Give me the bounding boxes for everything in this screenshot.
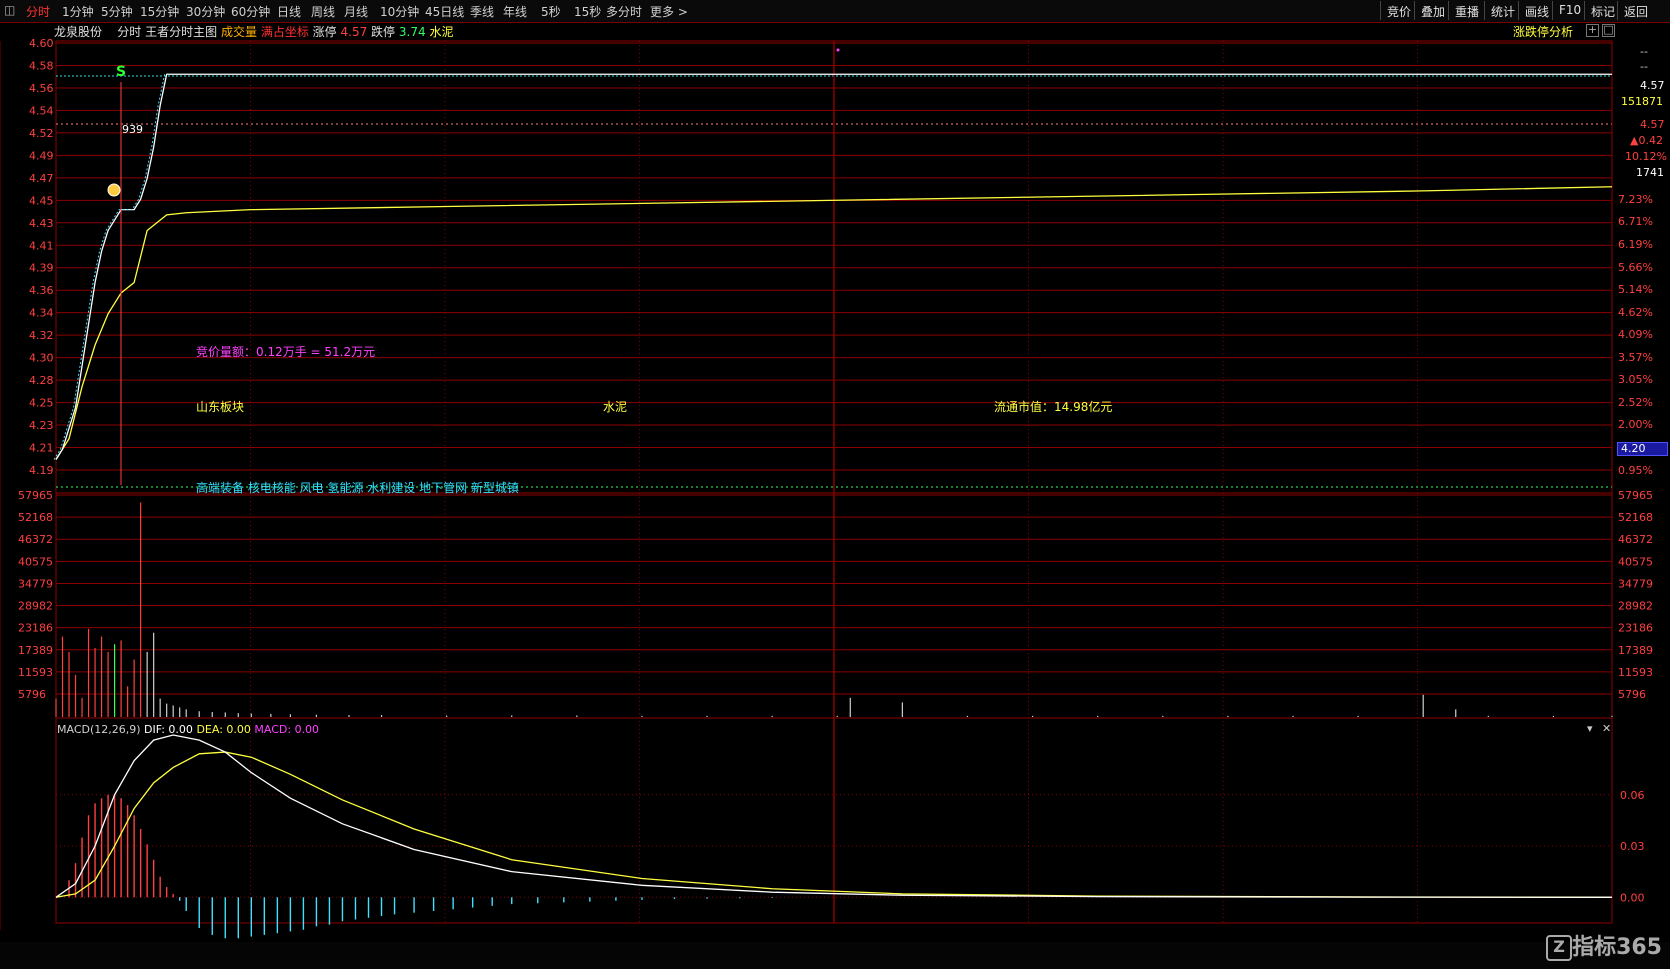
- volume-tick-label-right: 5796: [1618, 688, 1646, 701]
- macd-title: MACD(12,26,9): [57, 723, 141, 736]
- volume-tick-label: 34779: [18, 577, 53, 590]
- volume-tick-label: 46372: [18, 533, 53, 546]
- pct-tick-label: 2.52%: [1618, 396, 1653, 409]
- pct-tick-label: 4.09%: [1618, 328, 1653, 341]
- price-tick-label: 4.52: [29, 127, 54, 140]
- info-price2: 4.57: [1640, 118, 1665, 131]
- bottom-status-bar: [0, 942, 1670, 969]
- info-volume: 151871: [1621, 95, 1663, 108]
- pct-tick-label: 6.19%: [1618, 238, 1653, 251]
- macd-dif-legend: DIF: 0.00: [144, 723, 193, 736]
- price-marker-939: 939: [122, 123, 143, 136]
- buy-signal-icon: [107, 183, 121, 197]
- volume-tick-label: 40575: [18, 555, 53, 568]
- price-tick-label: 4.25: [29, 397, 54, 410]
- price-tick-label: 4.30: [29, 352, 54, 365]
- concept-tags: 高端装备 核电核能 风电 氢能源 水利建设 地下管网 新型城镇: [196, 481, 519, 495]
- macd-legend: MACD(12,26,9) DIF: 0.00 DEA: 0.00 MACD: …: [57, 723, 319, 736]
- volume-tick-label-right: 40575: [1618, 555, 1653, 568]
- macd-tick-label: 0.00: [1620, 891, 1645, 904]
- pct-tick-label: 2.00%: [1618, 418, 1653, 431]
- price-tick-label: 4.56: [29, 82, 54, 95]
- pct-tick-label: 0.95%: [1618, 464, 1653, 477]
- pct-tick-label: 5.14%: [1618, 283, 1653, 296]
- price-tick-label: 4.47: [29, 172, 54, 185]
- pct-tick-label: 3.57%: [1618, 351, 1653, 364]
- volume-tick-label: 17389: [18, 644, 53, 657]
- signal-s-marker: S: [116, 64, 127, 80]
- pct-tick-label: 6.71%: [1618, 215, 1653, 228]
- macd-value-legend: MACD: 0.00: [254, 723, 320, 736]
- price-tick-label: 4.43: [29, 217, 54, 230]
- pct-tick-label: 5.66%: [1618, 261, 1653, 274]
- info-price: 4.57: [1640, 79, 1665, 92]
- price-tick-label: 4.32: [29, 329, 54, 342]
- volume-tick-label: 28982: [18, 600, 53, 613]
- pct-tick-label: 3.05%: [1618, 373, 1653, 386]
- macd-close-icon[interactable]: ✕: [1602, 722, 1611, 735]
- info-v2: --: [1640, 60, 1648, 73]
- volume-tick-label-right: 34779: [1618, 577, 1653, 590]
- macd-tick-label: 0.03: [1620, 840, 1645, 853]
- board-label-1: 山东板块: [196, 400, 245, 414]
- info-amount: 1741: [1636, 166, 1664, 179]
- price-tick-label: 4.28: [29, 374, 54, 387]
- price-ramp-shadow: [53, 74, 166, 460]
- price-tick-label: 4.58: [29, 59, 54, 72]
- price-tick-label: 4.23: [29, 419, 54, 432]
- price-tick-label: 4.49: [29, 149, 54, 162]
- volume-tick-label-right: 46372: [1618, 533, 1653, 546]
- volume-tick-label-right: 57965: [1618, 489, 1653, 502]
- volume-tick-label: 5796: [18, 688, 46, 701]
- info-change: ▲0.42: [1630, 134, 1663, 147]
- volume-tick-label-right: 17389: [1618, 644, 1653, 657]
- price-tick-label: 4.60: [29, 37, 54, 50]
- macd-dea-legend: DEA: 0.00: [196, 723, 251, 736]
- price-tick-label: 4.19: [29, 464, 54, 477]
- auction-info: 竞价量额：0.12万手 = 51.2万元: [196, 345, 376, 359]
- volume-tick-label: 11593: [18, 666, 53, 679]
- volume-tick-label-right: 23186: [1618, 622, 1653, 635]
- cursor-price-box: 4.20: [1617, 442, 1668, 456]
- volume-tick-label: 23186: [18, 622, 53, 635]
- price-tick-label: 4.41: [29, 239, 54, 252]
- midday-marker-dot: [836, 48, 840, 52]
- price-tick-label: 4.45: [29, 194, 54, 207]
- macd-tick-label: 0.06: [1620, 789, 1645, 802]
- pct-tick-label: 7.23%: [1618, 193, 1653, 206]
- price-tick-label: 4.54: [29, 104, 54, 117]
- volume-tick-label: 57965: [18, 489, 53, 502]
- macd-dropdown-icon[interactable]: ▾: [1587, 722, 1593, 735]
- pct-tick-label: 4.62%: [1618, 306, 1653, 319]
- volume-tick-label-right: 52168: [1618, 511, 1653, 524]
- info-v1: --: [1640, 45, 1648, 58]
- volume-tick-label-right: 28982: [1618, 600, 1653, 613]
- board-label-2: 水泥: [603, 400, 628, 414]
- price-tick-label: 4.34: [29, 307, 54, 320]
- price-tick-label: 4.21: [29, 442, 54, 455]
- volume-tick-label-right: 11593: [1618, 666, 1653, 679]
- price-tick-label: 4.39: [29, 262, 54, 275]
- price-tick-label: 4.36: [29, 284, 54, 297]
- volume-tick-label: 52168: [18, 511, 53, 524]
- zhibiao365-logo: Z 指标365: [1546, 929, 1662, 961]
- info-pct: 10.12%: [1625, 150, 1667, 163]
- float-cap-label: 流通市值：14.98亿元: [994, 400, 1113, 414]
